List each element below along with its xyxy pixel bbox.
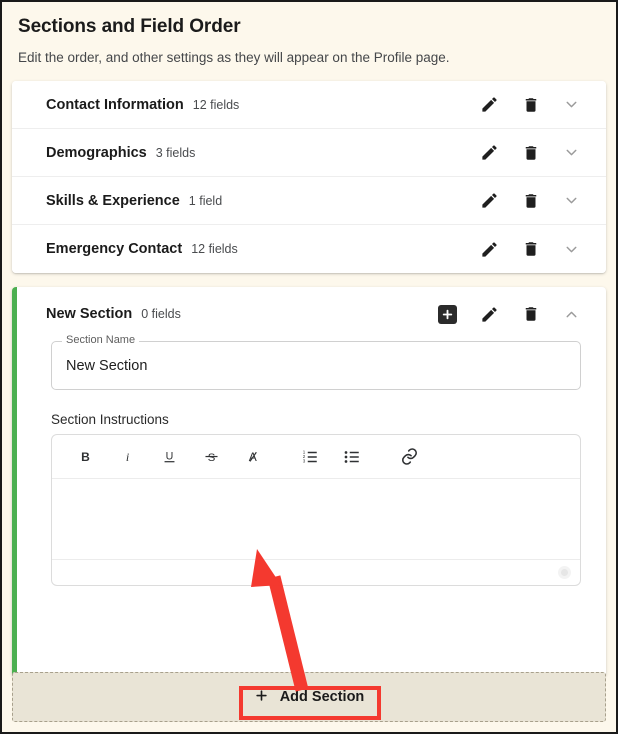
pencil-icon bbox=[480, 95, 499, 114]
page-header: Sections and Field Order Edit the order,… bbox=[2, 2, 616, 77]
clear-formatting-icon[interactable]: A bbox=[232, 436, 274, 478]
expand-section-button[interactable] bbox=[554, 232, 588, 266]
link-icon[interactable] bbox=[388, 436, 430, 478]
section-field-count: 12 fields bbox=[193, 98, 240, 112]
section-instructions-editor: B i U S A 123 bbox=[51, 434, 581, 586]
delete-section-button[interactable] bbox=[514, 136, 548, 170]
delete-section-button[interactable] bbox=[514, 184, 548, 218]
section-name: Skills & Experience bbox=[46, 193, 180, 209]
svg-text:i: i bbox=[125, 450, 128, 464]
section-name: Contact Information bbox=[46, 97, 184, 113]
plus-icon bbox=[438, 305, 457, 324]
page-title: Sections and Field Order bbox=[18, 14, 600, 40]
add-field-button[interactable] bbox=[430, 297, 464, 331]
section-instructions-textarea[interactable] bbox=[52, 479, 580, 559]
pencil-icon bbox=[480, 240, 499, 259]
editor-status-bar bbox=[52, 559, 580, 585]
section-name: Emergency Contact bbox=[46, 241, 182, 257]
edit-section-button[interactable] bbox=[472, 232, 506, 266]
trash-icon bbox=[522, 240, 540, 258]
table-row[interactable]: Skills & Experience 1 field bbox=[12, 177, 606, 225]
sections-list: Contact Information 12 fields Demographi… bbox=[12, 81, 606, 273]
table-row[interactable]: Emergency Contact 12 fields bbox=[12, 225, 606, 273]
trash-icon bbox=[522, 96, 540, 114]
section-field-count: 0 fields bbox=[141, 307, 181, 321]
edit-section-button[interactable] bbox=[472, 184, 506, 218]
pencil-icon bbox=[480, 143, 499, 162]
edit-section-button[interactable] bbox=[472, 88, 506, 122]
add-section-button[interactable]: Add Section bbox=[234, 681, 385, 714]
chevron-down-icon bbox=[563, 96, 580, 113]
table-row[interactable]: Demographics 3 fields bbox=[12, 129, 606, 177]
section-field-count: 3 fields bbox=[156, 146, 196, 160]
collapse-section-button[interactable] bbox=[554, 297, 588, 331]
section-field-count: 12 fields bbox=[191, 242, 238, 256]
edit-section-button[interactable] bbox=[472, 297, 506, 331]
svg-text:U: U bbox=[165, 450, 173, 462]
svg-text:S: S bbox=[207, 452, 215, 464]
add-section-label: Add Section bbox=[280, 689, 365, 705]
strikethrough-icon[interactable]: S bbox=[190, 436, 232, 478]
add-section-drop-zone: Add Section bbox=[12, 672, 606, 722]
pencil-icon bbox=[480, 191, 499, 210]
trash-icon bbox=[522, 192, 540, 210]
bold-icon[interactable]: B bbox=[64, 436, 106, 478]
trash-icon bbox=[522, 305, 540, 323]
italic-icon[interactable]: i bbox=[106, 436, 148, 478]
chevron-down-icon bbox=[563, 144, 580, 161]
section-name-field-wrapper: New Section Section Name bbox=[51, 341, 581, 390]
chevron-down-icon bbox=[563, 241, 580, 258]
expand-section-button[interactable] bbox=[554, 88, 588, 122]
bullet-list-icon[interactable] bbox=[331, 436, 373, 478]
svg-text:3: 3 bbox=[303, 458, 306, 463]
underline-icon[interactable]: U bbox=[148, 436, 190, 478]
expand-section-button[interactable] bbox=[554, 136, 588, 170]
section-name-label: Section Name bbox=[62, 334, 139, 347]
edit-section-button[interactable] bbox=[472, 136, 506, 170]
table-row[interactable]: Contact Information 12 fields bbox=[12, 81, 606, 129]
section-name-input[interactable]: New Section bbox=[51, 341, 581, 390]
section-name: New Section bbox=[46, 306, 132, 322]
expanded-section-card: New Section 0 fields Ne bbox=[12, 287, 606, 677]
resize-handle[interactable] bbox=[558, 566, 571, 579]
expand-section-button[interactable] bbox=[554, 184, 588, 218]
plus-icon bbox=[254, 688, 269, 707]
section-field-count: 1 field bbox=[189, 194, 222, 208]
delete-section-button[interactable] bbox=[514, 232, 548, 266]
ordered-list-icon[interactable]: 123 bbox=[289, 436, 331, 478]
delete-section-button[interactable] bbox=[514, 297, 548, 331]
delete-section-button[interactable] bbox=[514, 88, 548, 122]
section-instructions-label: Section Instructions bbox=[51, 412, 606, 427]
pencil-icon bbox=[480, 305, 499, 324]
editor-toolbar: B i U S A 123 bbox=[52, 435, 580, 479]
trash-icon bbox=[522, 144, 540, 162]
chevron-up-icon bbox=[563, 306, 580, 323]
page-subtitle: Edit the order, and other settings as th… bbox=[18, 49, 600, 67]
section-name-input-value: New Section bbox=[66, 358, 147, 374]
chevron-down-icon bbox=[563, 192, 580, 209]
svg-text:B: B bbox=[81, 450, 90, 464]
expanded-section-header: New Section 0 fields bbox=[17, 287, 606, 341]
section-name: Demographics bbox=[46, 145, 147, 161]
